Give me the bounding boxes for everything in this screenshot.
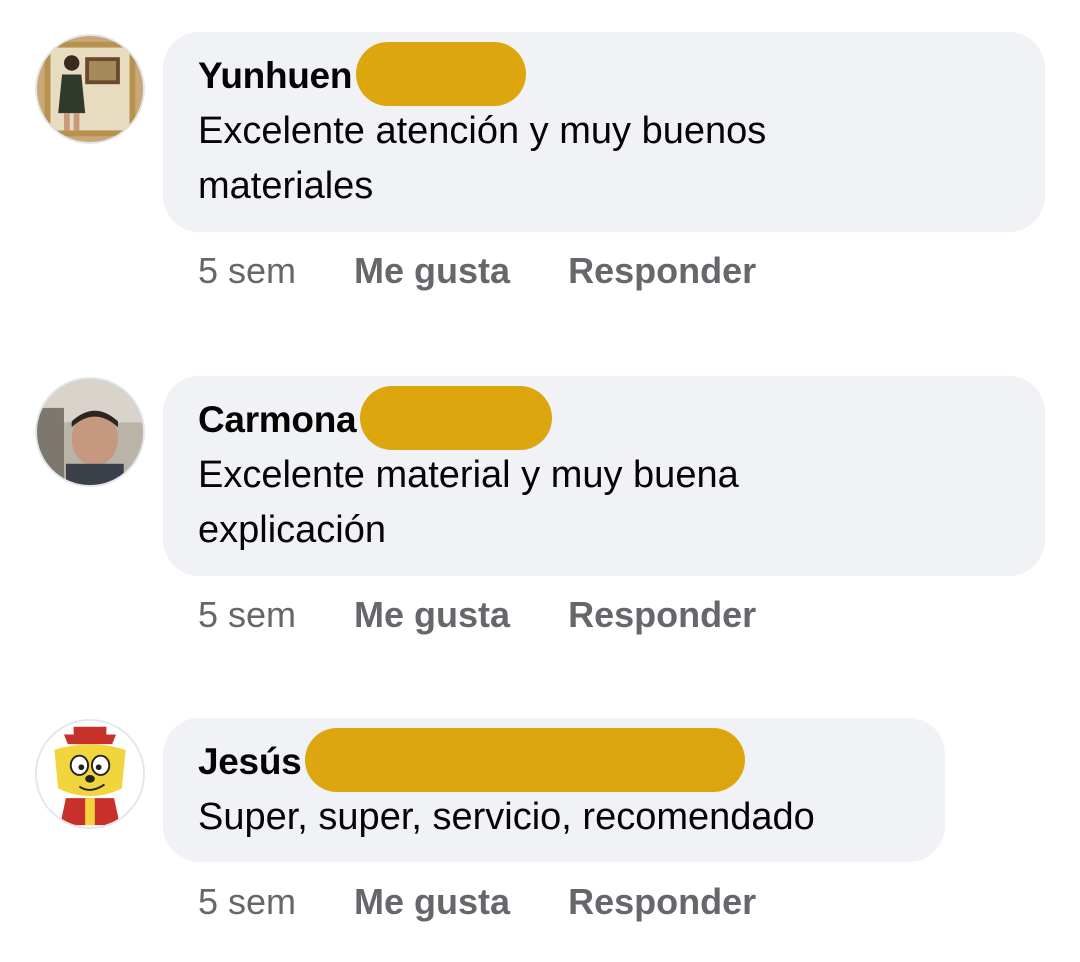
like-button[interactable]: Me gusta: [354, 250, 510, 292]
comment-text: Excelente material y muy buena explicaci…: [198, 454, 739, 551]
comment-bubble: Carmona Excelente material y muy buena e…: [163, 376, 1045, 576]
author-row: Jesús: [198, 728, 915, 792]
woman-mirror-selfie-image: [37, 36, 143, 142]
like-button[interactable]: Me gusta: [354, 594, 510, 636]
timestamp[interactable]: 5 sem: [198, 594, 296, 636]
comment-bubble: Jesús Super, super, servicio, recomendad…: [163, 718, 945, 862]
timestamp[interactable]: 5 sem: [198, 250, 296, 292]
author-name[interactable]: Jesús: [198, 741, 302, 783]
redacted-surname: [305, 728, 746, 792]
avatar[interactable]: [35, 34, 145, 144]
avatar[interactable]: [35, 719, 145, 829]
redacted-surname: [356, 42, 527, 106]
author-row: Yunhuen: [198, 42, 1015, 106]
comment-bubble: Yunhuen Excelente atención y muy buenos …: [163, 32, 1045, 232]
like-button[interactable]: Me gusta: [354, 881, 510, 923]
author-name[interactable]: Yunhuen: [198, 55, 352, 97]
comment-actions: 5 sem Me gusta Responder: [198, 881, 756, 923]
man-in-car-image: [37, 379, 143, 485]
redacted-surname: [360, 386, 553, 450]
avatar[interactable]: [35, 377, 145, 487]
comment-actions: 5 sem Me gusta Responder: [198, 594, 756, 636]
timestamp[interactable]: 5 sem: [198, 881, 296, 923]
reply-button[interactable]: Responder: [568, 881, 756, 923]
reply-button[interactable]: Responder: [568, 594, 756, 636]
cartoon-cat-image: [37, 721, 143, 827]
author-row: Carmona: [198, 386, 1015, 450]
comment-text: Excelente atención y muy buenos material…: [198, 110, 767, 207]
comment-text: Super, super, servicio, recomendado: [198, 796, 815, 838]
author-name[interactable]: Carmona: [198, 399, 357, 441]
reply-button[interactable]: Responder: [568, 250, 756, 292]
comment-actions: 5 sem Me gusta Responder: [198, 250, 756, 292]
